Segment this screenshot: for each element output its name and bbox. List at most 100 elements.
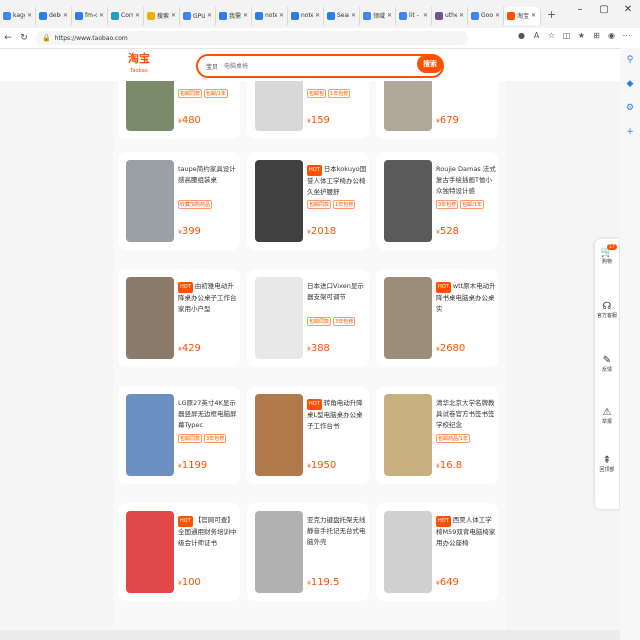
tab-close-icon[interactable]: ✕ [135,12,140,19]
browser-tab[interactable]: Search✕ [324,6,360,25]
hot-badge: HOT [307,165,322,176]
search-input[interactable] [222,61,377,71]
product-card[interactable]: HOT 由初雅电动升降桌办公桌子工作台家用小户型 ¥429 [118,269,240,367]
tab-close-icon[interactable]: ✕ [279,12,284,19]
product-title[interactable]: HOT 西昊人体工学椅M59双背电脑椅家用办公座椅 [436,515,496,548]
tab-favicon-icon [291,11,299,20]
product-card[interactable]: HOT 转角电动升降桌L型电脑桌办公桌子工作台书 ¥1950 [247,386,369,484]
browser-tab[interactable]: notebo✕ [288,6,324,25]
product-image[interactable] [384,394,432,476]
product-image[interactable] [126,394,174,476]
collections-icon[interactable]: ⊞ [589,31,604,40]
cart-button[interactable]: 17 🛒 购物 [595,244,619,265]
browser-tab[interactable]: fm-chec✕ [72,6,108,25]
tab-close-icon[interactable]: ✕ [387,12,392,19]
feedback-button[interactable]: ✎ 反馈 [595,355,619,373]
browser-tab[interactable]: 领域pyc✕ [360,6,396,25]
tab-close-icon[interactable]: ✕ [495,12,500,19]
browser-tab[interactable]: debertz✕ [36,6,72,25]
search-icon[interactable]: ⚲ [620,48,640,72]
product-image[interactable] [255,277,303,359]
product-image[interactable] [255,394,303,476]
extension-icon[interactable]: ● [514,31,529,40]
back-to-top-button[interactable]: ⇞ 回顶部 [595,455,619,473]
favorite-icon[interactable]: ☆ [544,31,559,40]
browser-tab[interactable]: Google✕ [468,6,504,25]
product-title[interactable]: taupe简约家具设计感高腰组装桌 [178,164,238,197]
product-title[interactable]: 亚克力键盘托架无线静音手托记无台式电脑外壳 [307,515,367,548]
browser-tab[interactable]: 搜索 Mi✕ [144,6,180,25]
product-title[interactable]: HOT 日本kokuyo国誉人体工学椅办公椅久坐护腰舒 [307,164,367,197]
tab-close-icon[interactable]: ✕ [459,12,464,19]
product-card[interactable]: HOT 西昊人体工学椅M59双背电脑椅家用办公座椅 ¥649 [376,503,498,601]
product-title[interactable]: HOT 【官网可查】全国通用财务培训中级会计师证书 [178,515,238,548]
minimize-icon[interactable]: – [568,4,592,15]
browser-tab[interactable]: notebo✕ [252,6,288,25]
product-card[interactable]: LG原27英寸4K显示器竖屏无边框电脑屏幕Typec 包邮同款 3年包修 ¥1199 [118,386,240,484]
menu-icon[interactable]: ⋯ [619,31,634,40]
service-button[interactable]: ☊ 官方客服 [595,301,619,319]
product-card[interactable]: 清华北京大学名牌教具试卷官方书签书签学校纪念 包邮商品/1年 ¥16.8 [376,386,498,484]
favorites-icon[interactable]: ★ [574,31,589,40]
browser-tab[interactable]: GPU 云✕ [180,6,216,25]
add-icon[interactable]: + [620,120,640,144]
tab-close-icon[interactable]: ✕ [423,12,428,19]
product-title[interactable]: Roujie Damas 法式复古手绘插画T恤小众独特设计感 [436,164,496,197]
product-image[interactable] [255,160,303,242]
tab-close-icon[interactable]: ✕ [63,12,68,19]
copilot-icon[interactable]: ◆ [620,72,640,96]
read-aloud-icon[interactable]: A [529,31,544,40]
product-title[interactable]: HOT 由初雅电动升降桌办公桌子工作台家用小户型 [178,281,238,314]
back-icon[interactable]: ← [0,33,16,43]
product-card[interactable]: taupe简约家具设计感高腰组装桌 收藏加购商品 ¥399 [118,152,240,250]
tools-icon[interactable]: ⚙ [620,96,640,120]
product-image[interactable] [255,511,303,593]
tab-close-icon[interactable]: ✕ [99,12,104,19]
product-image[interactable] [126,277,174,359]
url-field[interactable]: 🔒 https://www.taobao.com [36,31,468,45]
search-scope[interactable]: 宝贝 [198,62,222,71]
product-title[interactable]: 日本进口Vixen显示器支架可调节 [307,281,367,314]
product-image[interactable] [126,160,174,242]
product-card[interactable]: HOT 【官网可查】全国通用财务培训中级会计师证书 ¥100 [118,503,240,601]
tab-close-icon[interactable]: ✕ [207,12,212,19]
product-card[interactable]: 日本进口Vixen显示器支架可调节 包邮同款 3年包修 ¥388 [247,269,369,367]
tab-close-icon[interactable]: ✕ [27,12,32,19]
product-card[interactable]: 亚克力键盘托架无线静音手托记无台式电脑外壳 ¥119.5 [247,503,369,601]
product-title[interactable]: 清华北京大学名牌教具试卷官方书签书签学校纪念 [436,398,496,431]
product-card[interactable]: HOT wtt原木电动升降书桌电脑桌办公桌实 ¥2680 [376,269,498,367]
new-tab-icon[interactable]: + [541,8,562,21]
product-title[interactable]: HOT 转角电动升降桌L型电脑桌办公桌子工作台书 [307,398,367,431]
browser-tab[interactable]: 淘宝 ✕ [504,6,541,25]
browser-tab[interactable]: uthelyh✕ [432,6,468,25]
product-tags: 包邮包 1年包修 [307,89,367,99]
split-screen-icon[interactable]: ◫ [559,31,574,40]
close-window-icon[interactable]: ✕ [616,4,640,15]
tab-close-icon[interactable]: ✕ [171,12,176,19]
product-card[interactable]: Roujie Damas 法式复古手绘插画T恤小众独特设计感 3年包修 包邮/1年 ¥… [376,152,498,250]
product-tag: 1年包修 [333,200,356,209]
tab-close-icon[interactable]: ✕ [243,12,248,19]
profile-icon[interactable]: ◉ [604,31,619,40]
taobao-logo[interactable]: 淘宝 Taobao [128,53,150,77]
maximize-icon[interactable]: ▢ [592,4,616,15]
arrow-up-icon: ⇞ [602,455,612,466]
product-image[interactable] [384,511,432,593]
product-image[interactable] [384,160,432,242]
browser-tab[interactable]: kaggle✕ [0,6,36,25]
product-image[interactable] [126,511,174,593]
tab-close-icon[interactable]: ✕ [315,12,320,19]
product-title[interactable]: HOT wtt原木电动升降书桌电脑桌办公桌实 [436,281,496,314]
report-button[interactable]: ⚠ 举报 [595,407,619,425]
tab-close-icon[interactable]: ✕ [351,12,356,19]
search-button[interactable]: 搜索 [417,55,443,73]
browser-tab[interactable]: 我需要知✕ [216,6,252,25]
refresh-icon[interactable]: ↻ [16,33,32,43]
product-card[interactable]: HOT 日本kokuyo国誉人体工学椅办公椅久坐护腰舒 包邮同款 1年包修 ¥2018 [247,152,369,250]
browser-tab[interactable]: Corrupt✕ [108,6,144,25]
browser-tab[interactable]: lit - Goo✕ [396,6,432,25]
product-title[interactable]: LG原27英寸4K显示器竖屏无边框电脑屏幕Typec [178,398,238,431]
product-image[interactable] [384,277,432,359]
tab-close-icon[interactable]: ✕ [531,12,536,19]
product-price: ¥100 [178,577,201,588]
